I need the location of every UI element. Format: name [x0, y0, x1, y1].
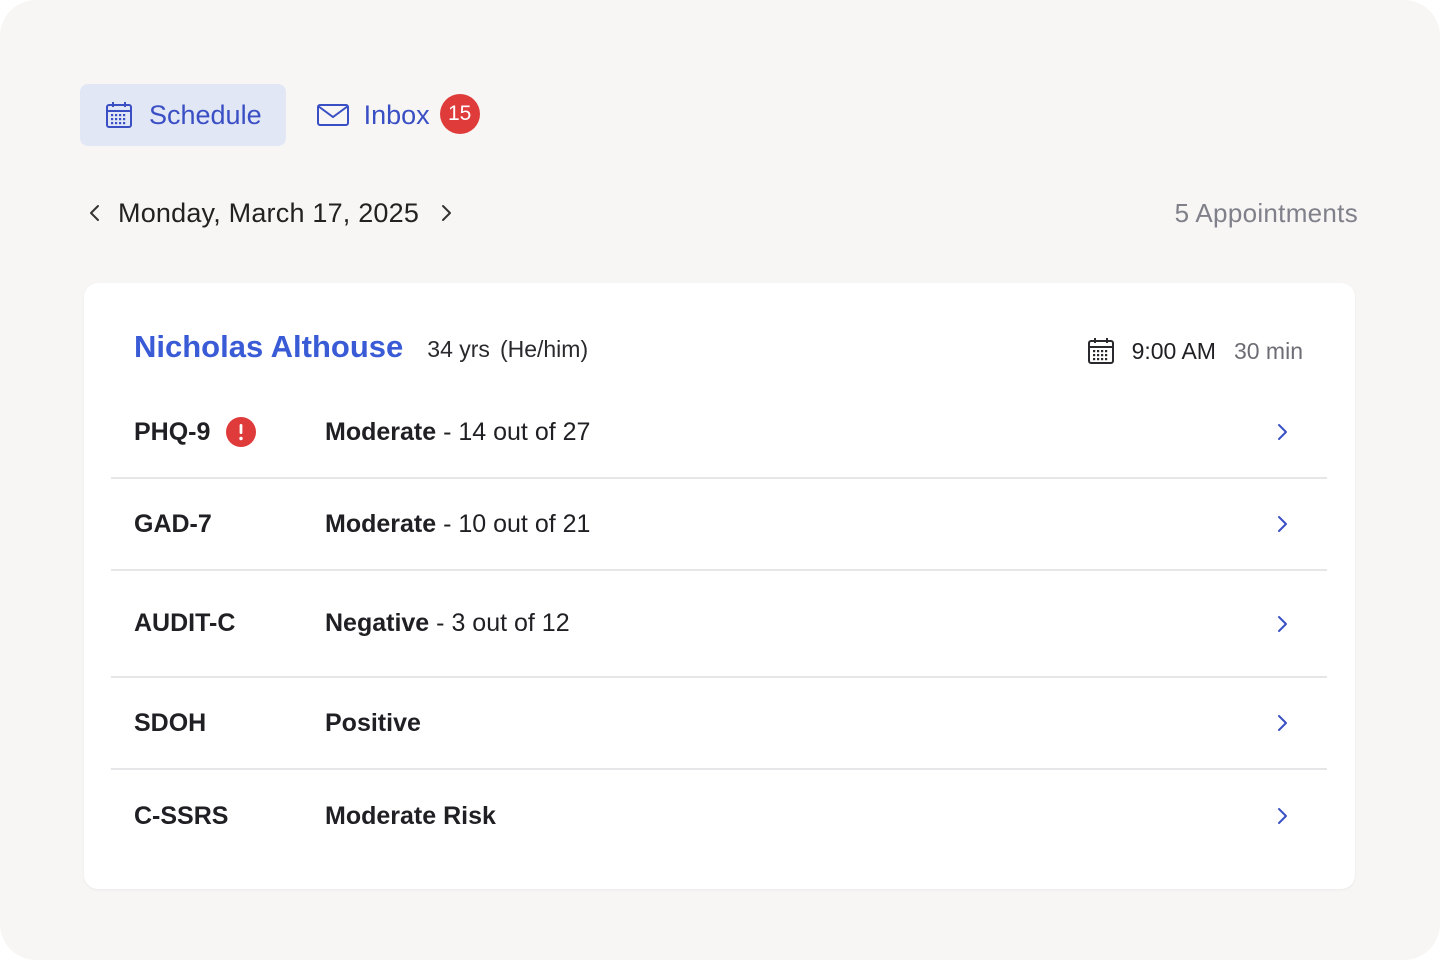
patient-name[interactable]: Nicholas Althouse	[134, 329, 403, 365]
screening-measure: SDOH	[111, 709, 325, 738]
screening-score: - 14 out of 27	[443, 417, 591, 446]
appointment-header: Nicholas Althouse 34 yrs (He/him) 9:00 A…	[134, 329, 1303, 373]
screening-result: Positive	[325, 709, 421, 738]
tab-schedule-label: Schedule	[149, 99, 262, 130]
screening-score: - 3 out of 12	[436, 609, 570, 637]
screening-measure-label: GAD-7	[134, 509, 212, 538]
chevron-right-icon[interactable]	[1271, 712, 1293, 734]
tab-inbox-label: Inbox	[363, 99, 430, 130]
screening-result: Moderate Risk	[325, 802, 496, 831]
tab-inbox[interactable]: Inbox 15	[300, 84, 504, 146]
screening-level: Positive	[325, 708, 421, 737]
inbox-count-badge: 15	[439, 94, 480, 134]
screening-level: Moderate	[325, 417, 437, 446]
date-navigation: Monday, March 17, 2025 5 Appointments	[84, 192, 1358, 234]
screening-row-c-ssrs[interactable]: C-SSRS Moderate Risk	[111, 770, 1327, 862]
app-frame: Schedule Inbox 15 Monday, March 17, 2025	[0, 0, 1440, 960]
screening-measure: GAD-7	[111, 510, 325, 539]
screening-row-phq9[interactable]: PHQ-9 Moderate - 14 out of 27	[111, 387, 1327, 479]
screening-result: Negative - 3 out of 12	[325, 609, 570, 638]
current-date: Monday, March 17, 2025	[118, 197, 420, 228]
patient-age: 34 yrs	[427, 336, 490, 362]
screening-measure-label: C-SSRS	[134, 801, 229, 830]
screening-result: Moderate - 10 out of 21	[325, 510, 590, 539]
screening-measure: PHQ-9	[111, 417, 325, 447]
screening-result: Moderate - 14 out of 27	[325, 418, 590, 447]
screening-level: Moderate Risk	[325, 801, 496, 830]
screening-measure: AUDIT-C	[111, 609, 325, 638]
appointment-time-block: 9:00 AM 30 min	[1086, 336, 1303, 366]
appointment-time: 9:00 AM	[1131, 337, 1216, 364]
screening-measure-label: SDOH	[134, 708, 207, 737]
chevron-right-icon[interactable]	[1271, 613, 1293, 635]
screening-row-audit-c[interactable]: AUDIT-C Negative - 3 out of 12	[111, 571, 1327, 678]
chevron-right-icon[interactable]	[1271, 513, 1293, 535]
screening-row-gad7[interactable]: GAD-7 Moderate - 10 out of 21	[111, 479, 1327, 571]
screening-list: PHQ-9 Moderate - 14 out of 27 GAD-7 Mode…	[111, 387, 1327, 862]
appointment-count: 5 Appointments	[1174, 197, 1358, 228]
calendar-icon	[1086, 336, 1116, 366]
patient-pronouns: (He/him)	[499, 336, 589, 362]
chevron-right-icon[interactable]	[1271, 421, 1293, 443]
screening-score: - 10 out of 21	[443, 509, 591, 538]
screening-measure-label: PHQ-9	[134, 417, 211, 446]
screening-row-sdoh[interactable]: SDOH Positive	[111, 678, 1327, 770]
chevron-right-icon[interactable]	[435, 202, 457, 224]
chevron-left-icon[interactable]	[84, 202, 106, 224]
appointment-card: Nicholas Althouse 34 yrs (He/him) 9:00 A…	[84, 283, 1355, 889]
mail-icon	[316, 100, 350, 130]
alert-icon	[226, 417, 257, 447]
tab-schedule[interactable]: Schedule	[80, 84, 286, 146]
screening-measure-label: AUDIT-C	[134, 609, 236, 637]
top-tabs: Schedule Inbox 15	[80, 84, 504, 146]
appointment-duration: 30 min	[1233, 337, 1303, 364]
screening-measure: C-SSRS	[111, 802, 325, 831]
screening-level: Moderate	[325, 509, 437, 538]
screening-level: Negative	[325, 609, 430, 637]
chevron-right-icon[interactable]	[1271, 805, 1293, 827]
calendar-icon	[104, 100, 134, 130]
